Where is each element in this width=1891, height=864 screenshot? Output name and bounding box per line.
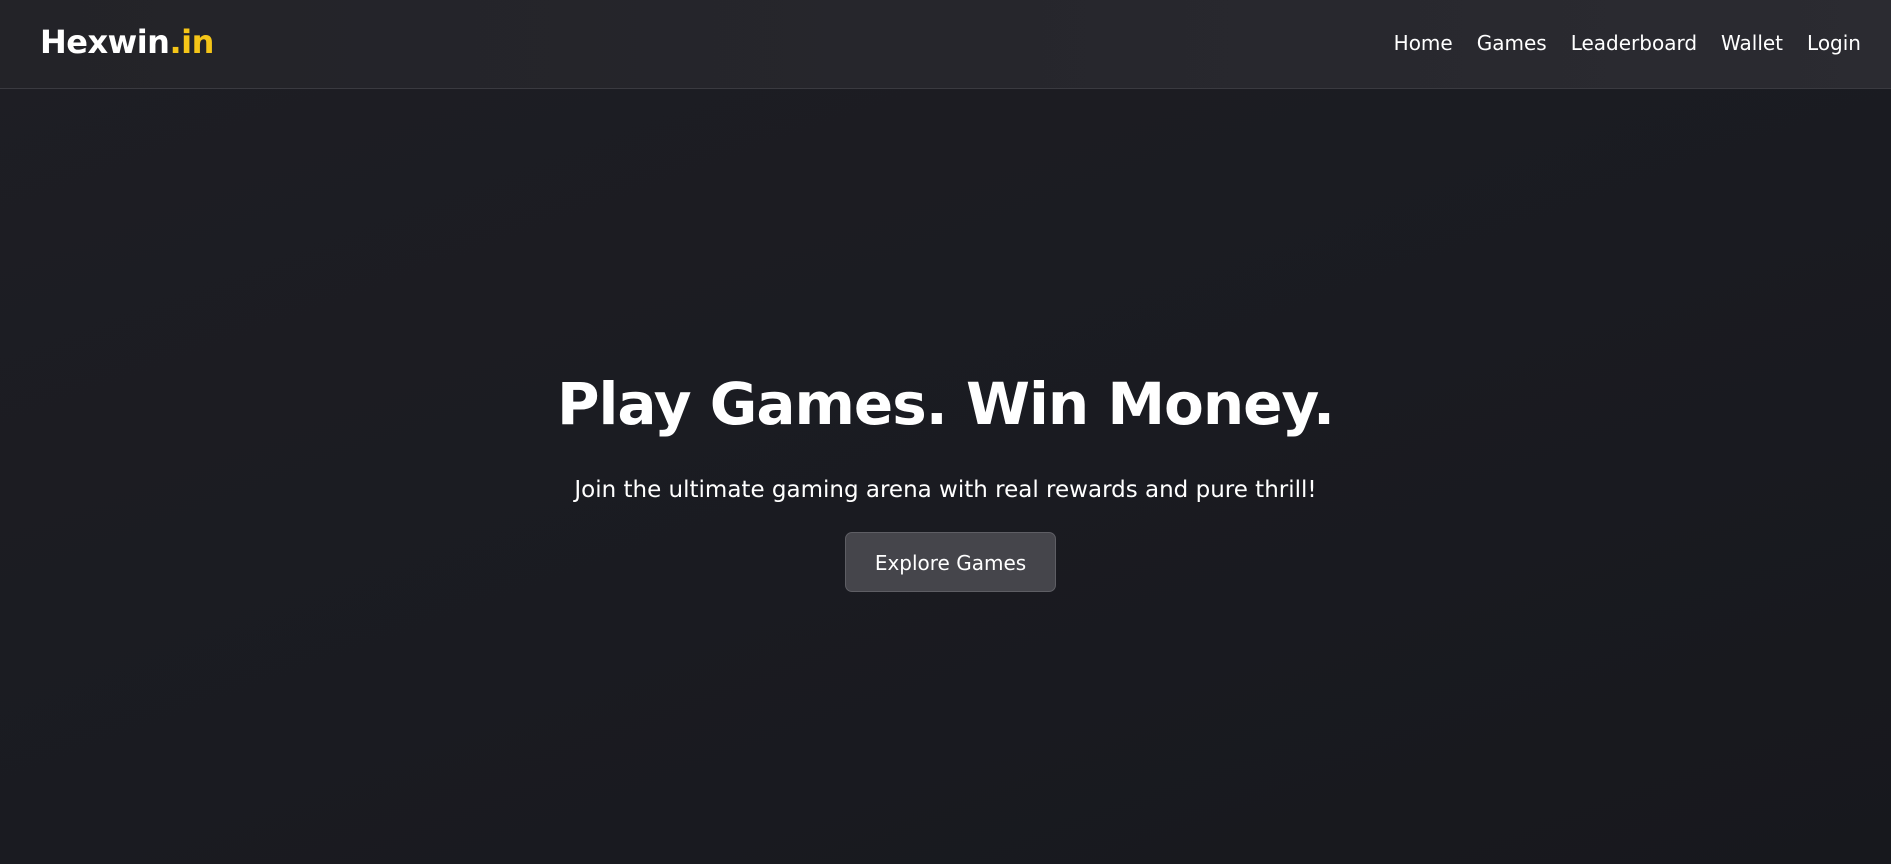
brand-name: Hexwin: [40, 23, 170, 61]
nav-link-wallet[interactable]: Wallet: [1721, 29, 1783, 57]
explore-games-button[interactable]: Explore Games: [845, 532, 1056, 592]
hero-section: Play Games. Win Money. Join the ultimate…: [0, 89, 1891, 864]
hero-subtitle: Join the ultimate gaming arena with real…: [574, 477, 1317, 503]
navbar: Hexwin.in Home Games Leaderboard Wallet …: [0, 0, 1891, 89]
nav-link-home[interactable]: Home: [1394, 29, 1453, 57]
nav-link-login[interactable]: Login: [1807, 29, 1861, 57]
brand-logo[interactable]: Hexwin.in: [40, 20, 214, 64]
main-navigation: Home Games Leaderboard Wallet Login: [1394, 29, 1861, 57]
hero-title: Play Games. Win Money.: [556, 370, 1335, 438]
nav-link-leaderboard[interactable]: Leaderboard: [1571, 29, 1697, 57]
page: Hexwin.in Home Games Leaderboard Wallet …: [0, 0, 1891, 864]
nav-link-games[interactable]: Games: [1477, 29, 1547, 57]
brand-domain-suffix: .in: [169, 23, 214, 61]
